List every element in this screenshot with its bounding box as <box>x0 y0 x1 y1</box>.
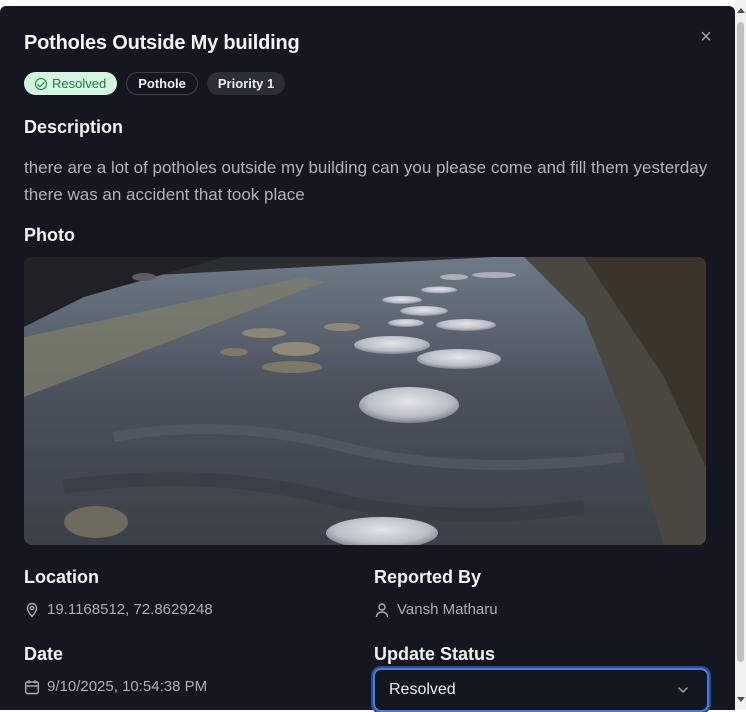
complaint-photo <box>24 257 706 545</box>
pothole-road-image <box>24 257 706 545</box>
date-value: 9/10/2025, 10:54:38 PM <box>47 678 208 695</box>
date-info: 9/10/2025, 10:54:38 PM <box>24 678 207 695</box>
photo-heading: Photo <box>24 225 75 245</box>
status-select-value: Resolved <box>389 681 456 698</box>
complaint-detail-modal: × Potholes Outside My building Resolved … <box>0 6 735 710</box>
status-badge-label: Resolved <box>52 76 107 91</box>
close-icon[interactable]: × <box>696 27 716 48</box>
check-circle-icon <box>35 77 47 90</box>
reported-by-info: Vansh Matharu <box>374 601 498 618</box>
status-select[interactable]: Resolved <box>373 668 709 712</box>
reported-by-heading: Reported By <box>374 567 482 587</box>
scroll-down-icon[interactable] <box>737 697 745 702</box>
description-text: there are a lot of potholes outside my b… <box>24 158 708 204</box>
description-heading: Description <box>24 117 124 137</box>
location-value: 19.1168512, 72.8629248 <box>47 601 213 618</box>
location-info: 19.1168512, 72.8629248 <box>24 601 213 618</box>
category-badge-label: Pothole <box>138 76 186 91</box>
update-status-heading: Update Status <box>374 644 496 664</box>
reporter-name: Vansh Matharu <box>397 601 498 618</box>
status-badge: Resolved <box>24 72 118 95</box>
priority-badge: Priority 1 <box>206 72 286 95</box>
priority-badge-label: Priority 1 <box>217 76 275 91</box>
badge-row: Resolved Pothole Priority 1 <box>24 72 286 95</box>
map-pin-icon <box>26 602 38 618</box>
category-badge: Pothole <box>126 72 198 95</box>
date-heading: Date <box>24 644 64 664</box>
scrollbar[interactable] <box>735 0 746 710</box>
modal-title: Potholes Outside My building <box>24 32 300 54</box>
scrollbar-thumb[interactable] <box>737 22 744 662</box>
user-icon <box>375 602 389 617</box>
calendar-icon <box>25 679 40 694</box>
chevron-down-icon <box>677 686 689 694</box>
scroll-up-icon[interactable] <box>737 8 745 13</box>
location-heading: Location <box>24 567 99 587</box>
